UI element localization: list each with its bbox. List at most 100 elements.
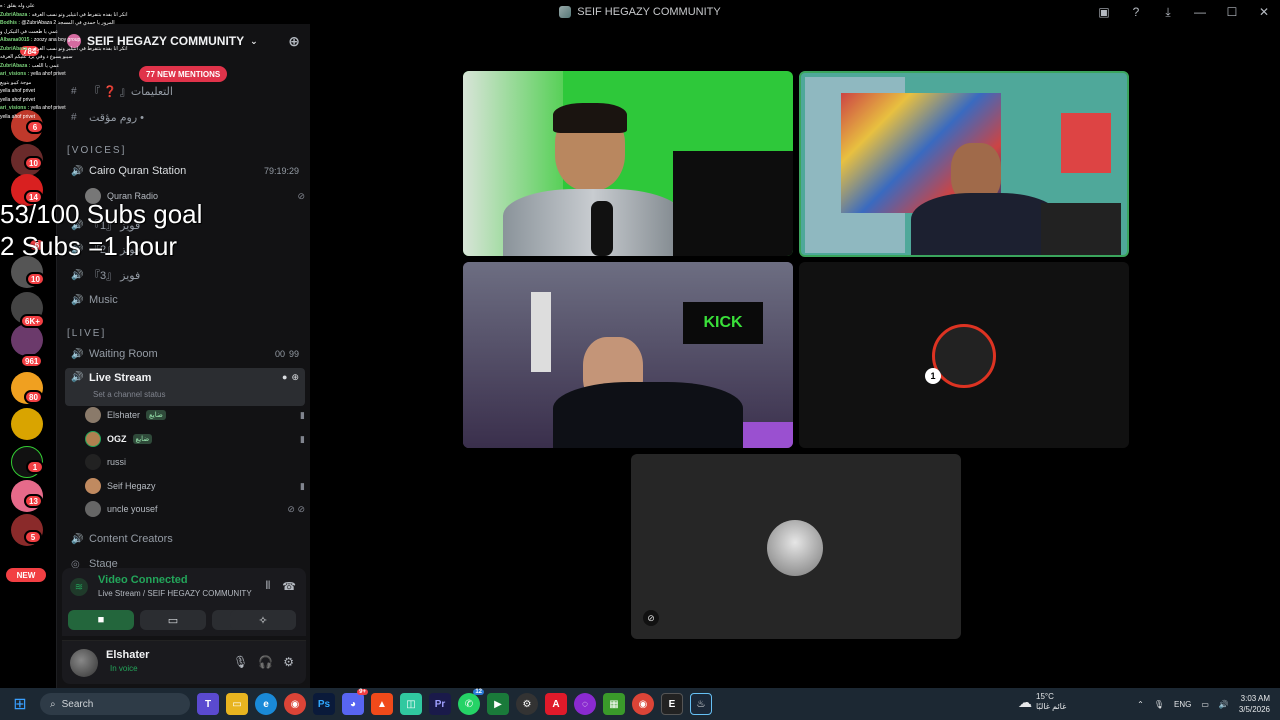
whatsapp-badge: 12 (473, 689, 484, 695)
inbox-icon[interactable]: ▣ (1088, 0, 1120, 24)
video-tile[interactable]: KICK (463, 262, 793, 448)
kick-banner: KICK (683, 302, 763, 344)
title-bar: SEIF HEGAZY COMMUNITY ▣ ? ⤓ — ☐ ✕ (0, 0, 1280, 24)
photoshop-icon[interactable]: Ps (313, 693, 335, 715)
deafened-icon: ⊘ (297, 190, 305, 201)
text-channel[interactable]: # روم مؤقت • (65, 106, 305, 128)
unread-badge: 6K+ (20, 314, 45, 328)
voice-location[interactable]: Live Stream / SEIF HEGAZY COMMUNITY (98, 589, 252, 598)
unread-badge: 1 (26, 460, 44, 474)
chrome-icon[interactable]: ◉ (632, 693, 654, 715)
avatar (85, 454, 101, 470)
close-button[interactable]: ✕ (1248, 0, 1280, 24)
clock[interactable]: 3:03 AM 3/5/2026 (1239, 693, 1270, 715)
steam-server-icon[interactable] (11, 408, 43, 440)
gear-icon[interactable]: ⚙ (283, 655, 294, 669)
microphone-icon[interactable]: 🎙 (1154, 700, 1164, 709)
signal-icon[interactable]: ≋ (70, 578, 88, 596)
server-icon[interactable] (11, 324, 43, 356)
server-header[interactable]: SEIF HEGAZY COMMUNITY ⌄ ⊕ (57, 24, 310, 58)
maximize-button[interactable]: ☐ (1216, 0, 1248, 24)
steam-icon[interactable]: ♨ (690, 693, 712, 715)
voice-user[interactable]: Seif Hegazy ▮ (85, 476, 305, 496)
video-tile[interactable] (463, 71, 793, 256)
voice-user[interactable]: uncle yousef ⊘ ⊘ (85, 499, 305, 519)
voice-channel-live-stream[interactable]: 🔊 Live Stream ● ⊕ Set a channel status (65, 368, 305, 406)
discord-window: SEIF HEGAZY COMMUNITY ▣ ? ⤓ — ☐ ✕ 784 6 … (0, 0, 1280, 720)
chat-icon[interactable]: ● (282, 372, 287, 383)
discord-icon[interactable]: ◕ 9+ (342, 689, 368, 715)
language-indicator[interactable]: ENG (1174, 700, 1191, 709)
user-limit: 00 99 (275, 349, 305, 359)
chevron-up-icon[interactable]: ⌃ (1137, 700, 1144, 709)
user-name: Elshater (107, 410, 141, 420)
voice-status[interactable]: Video Connected (98, 574, 188, 586)
soundboard-button[interactable]: ✧ (230, 610, 296, 630)
file-explorer-icon[interactable]: ▭ (226, 693, 248, 715)
weather-widget[interactable]: ☁ 15°C غائم غالبًا (1018, 692, 1066, 712)
app-icon[interactable]: A (545, 693, 567, 715)
avatar (85, 407, 101, 423)
category-voices[interactable]: [VOICES] (67, 145, 126, 156)
windows-start-icon[interactable]: ⊞ (6, 690, 34, 718)
taskbar-search[interactable]: ⌕ Search (40, 693, 190, 715)
new-badge: NEW (6, 568, 46, 582)
voice-user[interactable]: Elshater ضايع ▮ (85, 405, 305, 425)
add-member-icon[interactable]: ⊕ (288, 33, 300, 50)
voice-user[interactable]: russi (85, 452, 305, 472)
voice-channel[interactable]: 🔊 فويز 『3』 (65, 264, 305, 286)
avatar[interactable] (70, 649, 98, 677)
headphones-icon[interactable]: 🎧 (258, 655, 273, 669)
help-icon[interactable]: ? (1120, 0, 1152, 24)
voice-channel-waiting-room[interactable]: 🔊 Waiting Room 00 99 (65, 343, 305, 365)
server-icon (67, 34, 81, 48)
camera-icon: ▮ (300, 480, 305, 491)
network-icon[interactable]: ▭ (1201, 700, 1209, 709)
speaker-icon: 🔊 (71, 372, 84, 383)
premiere-icon[interactable]: Pr (429, 693, 451, 715)
brave-icon[interactable]: ▲ (371, 693, 393, 715)
app-icon[interactable]: ▶ (487, 693, 509, 715)
app-icon[interactable]: ◌ (574, 693, 596, 715)
disconnect-icon[interactable]: ☎ (282, 580, 296, 593)
download-icon[interactable]: ⤓ (1152, 0, 1184, 24)
noise-suppression-icon[interactable]: ⦀ (265, 580, 270, 593)
unread-badge: 961 (20, 354, 44, 368)
voice-channel[interactable]: 🔊 Music (65, 289, 305, 311)
avatar (85, 501, 101, 517)
voice-user[interactable]: OGZ ضايع ▮ (85, 429, 305, 449)
voice-channel[interactable]: 🔊 Content Creators (65, 528, 305, 550)
goal-line: 2 Subs =1 hour (0, 231, 178, 261)
edge-icon[interactable]: e (255, 693, 277, 715)
microphone (591, 201, 613, 256)
user-name[interactable]: Elshater (106, 649, 149, 661)
video-tile-avatar[interactable]: 1 (799, 262, 1129, 448)
channel-status[interactable]: Set a channel status (93, 390, 166, 399)
volume-icon[interactable]: 🔊 (1219, 700, 1229, 709)
screen-share-button[interactable]: ▭ (140, 610, 206, 630)
camera-button[interactable]: ■ (68, 610, 134, 630)
invite-icon[interactable]: ⊕ (291, 372, 299, 383)
whatsapp-icon[interactable]: ✆ 12 (458, 689, 484, 715)
teams-icon[interactable]: T (197, 693, 219, 715)
level-icon: 1 (925, 368, 941, 384)
system-tray: ⌃ 🎙 ENG ▭ 🔊 3:03 AM 3/5/2026 (1137, 688, 1280, 720)
discord-badge: 9+ (357, 689, 368, 695)
unread-badge: 13 (24, 494, 43, 508)
video-tile-avatar[interactable]: ⊘ (631, 454, 961, 639)
voice-channel[interactable]: 🔊 Cairo Quran Station 79:19:29 (65, 160, 305, 182)
text-channel[interactable]: # 『 ❓ 』التعليمات (65, 80, 305, 102)
minimize-button[interactable]: — (1184, 0, 1216, 24)
app-icon[interactable]: ⚙ (516, 693, 538, 715)
unread-badge: 6 (26, 120, 44, 134)
epic-games-icon[interactable]: E (661, 693, 683, 715)
chrome-icon[interactable]: ◉ (284, 693, 306, 715)
microphone-icon[interactable]: 🎙 (233, 655, 248, 669)
avatar (85, 431, 101, 447)
camera-icon: ▮ (300, 409, 305, 420)
unread-badge: 5 (24, 530, 42, 544)
category-live[interactable]: [LIVE] (67, 328, 106, 339)
video-tile-speaking[interactable] (799, 71, 1129, 257)
app-icon[interactable]: ◫ (400, 693, 422, 715)
minecraft-icon[interactable]: ▦ (603, 693, 625, 715)
